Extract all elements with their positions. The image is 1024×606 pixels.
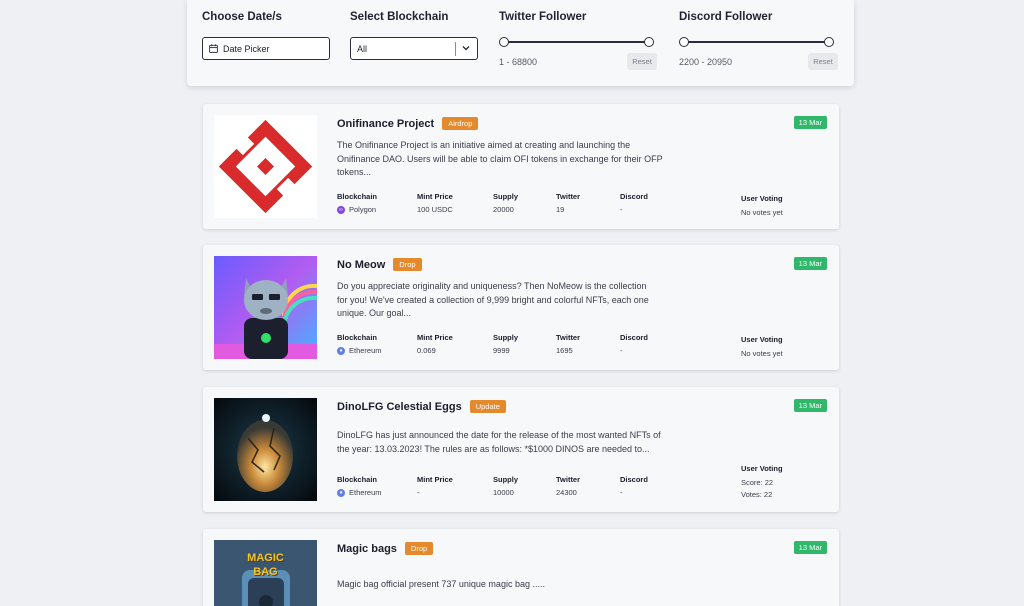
dino-egg-artwork	[214, 398, 317, 501]
mint-price-info: Mint Price 0.069	[417, 333, 453, 355]
discord-info: Discord -	[620, 333, 648, 355]
supply-info: Supply 20000	[493, 192, 519, 214]
slider-max-handle[interactable]	[644, 37, 654, 47]
date-badge: 13 Mar	[793, 116, 827, 129]
discord-info: Discord -	[620, 192, 648, 214]
twitter-filter-label: Twitter Follower	[499, 11, 587, 23]
blockchain-select-value: All	[357, 43, 368, 54]
category-badge: Drop	[393, 258, 422, 271]
project-title[interactable]: No Meow Drop	[337, 258, 422, 271]
slider-track[interactable]	[503, 41, 650, 43]
date-badge: 13 Mar	[793, 399, 827, 412]
slider-max-handle[interactable]	[824, 37, 834, 47]
discord-reset-button[interactable]: Reset	[808, 53, 838, 70]
twitter-info: Twitter 24300	[556, 475, 581, 497]
date-picker-placeholder: Date Picker	[223, 43, 270, 54]
select-separator	[455, 42, 456, 56]
project-card[interactable]: No Meow Drop 13 Mar Do you appreciate ori…	[203, 245, 839, 370]
project-thumbnail[interactable]	[214, 115, 317, 218]
project-description: The Onifinance Project is an initiative …	[337, 140, 663, 177]
twitter-range-text: 1 - 68800	[499, 57, 538, 67]
project-title[interactable]: DinoLFG Celestial Eggs Update	[337, 400, 506, 413]
date-picker-input[interactable]: Date Picker	[202, 37, 330, 60]
project-description: Do you appreciate originality and unique…	[337, 281, 649, 318]
project-title[interactable]: Onifinance Project Airdrop	[337, 117, 479, 130]
blockchain-info: Blockchain ♦ Ethereum	[337, 475, 382, 497]
date-filter-label: Choose Date/s	[202, 11, 282, 23]
slider-min-handle[interactable]	[679, 37, 689, 47]
ethereum-icon: ♦	[337, 346, 345, 355]
nomeow-artwork	[214, 256, 317, 359]
project-thumbnail[interactable]	[214, 398, 317, 501]
polygon-icon: ∞	[337, 205, 345, 214]
onifinance-logo	[218, 119, 313, 214]
discord-filter-label: Discord Follower	[679, 11, 773, 23]
mint-price-info: Mint Price -	[417, 475, 453, 497]
blockchain-info: Blockchain ∞ Polygon	[337, 192, 378, 214]
twitter-info: Twitter 1695	[556, 333, 581, 355]
blockchain-info: Blockchain ♦ Ethereum	[337, 333, 382, 355]
user-voting-info: User Voting No votes yet	[741, 335, 783, 358]
blockchain-select[interactable]: All	[350, 37, 478, 60]
discord-range-text: 2200 - 20950	[679, 57, 733, 67]
calendar-icon	[209, 44, 218, 53]
supply-info: Supply 9999	[493, 333, 519, 355]
slider-track[interactable]	[683, 41, 830, 43]
discord-info: Discord -	[620, 475, 648, 497]
date-badge: 13 Mar	[793, 541, 827, 554]
magic-bag-thumb-text: MAGIC BAG	[247, 552, 284, 578]
project-description: Magic bag official present 737 unique ma…	[337, 579, 545, 589]
slider-min-handle[interactable]	[499, 37, 509, 47]
project-thumbnail[interactable]	[214, 256, 317, 359]
project-title[interactable]: Magic bags Drop	[337, 542, 434, 555]
category-badge: Drop	[404, 542, 434, 555]
category-badge: Airdrop	[442, 117, 479, 130]
chevron-down-icon[interactable]	[461, 43, 471, 53]
user-voting-info: User Voting No votes yet	[741, 194, 783, 217]
twitter-info: Twitter 19	[556, 192, 581, 214]
supply-info: Supply 10000	[493, 475, 519, 497]
ethereum-icon: ♦	[337, 488, 345, 497]
blockchain-filter-label: Select Blockchain	[350, 11, 449, 23]
filter-bar: Choose Date/s Date Picker Select Blockch…	[187, 0, 854, 86]
project-thumbnail[interactable]: MAGIC BAG	[214, 540, 317, 606]
project-card[interactable]: MAGIC BAG Magic bags Drop 13 Mar Magic ba…	[203, 529, 839, 606]
user-voting-info: User Voting Score: 22 Votes: 22	[741, 464, 783, 499]
twitter-range-slider[interactable]	[499, 37, 654, 47]
project-description: DinoLFG has just announced the date for …	[337, 430, 661, 454]
discord-range-slider[interactable]	[679, 37, 834, 47]
date-badge: 13 Mar	[793, 257, 827, 270]
category-badge: Update	[469, 400, 506, 413]
twitter-reset-button[interactable]: Reset	[627, 53, 657, 70]
project-card[interactable]: Onifinance Project Airdrop 13 Mar The Oni…	[203, 104, 839, 229]
mint-price-info: Mint Price 100 USDC	[417, 192, 453, 214]
project-card[interactable]: DinoLFG Celestial Eggs Update 13 Mar Dino…	[203, 387, 839, 512]
